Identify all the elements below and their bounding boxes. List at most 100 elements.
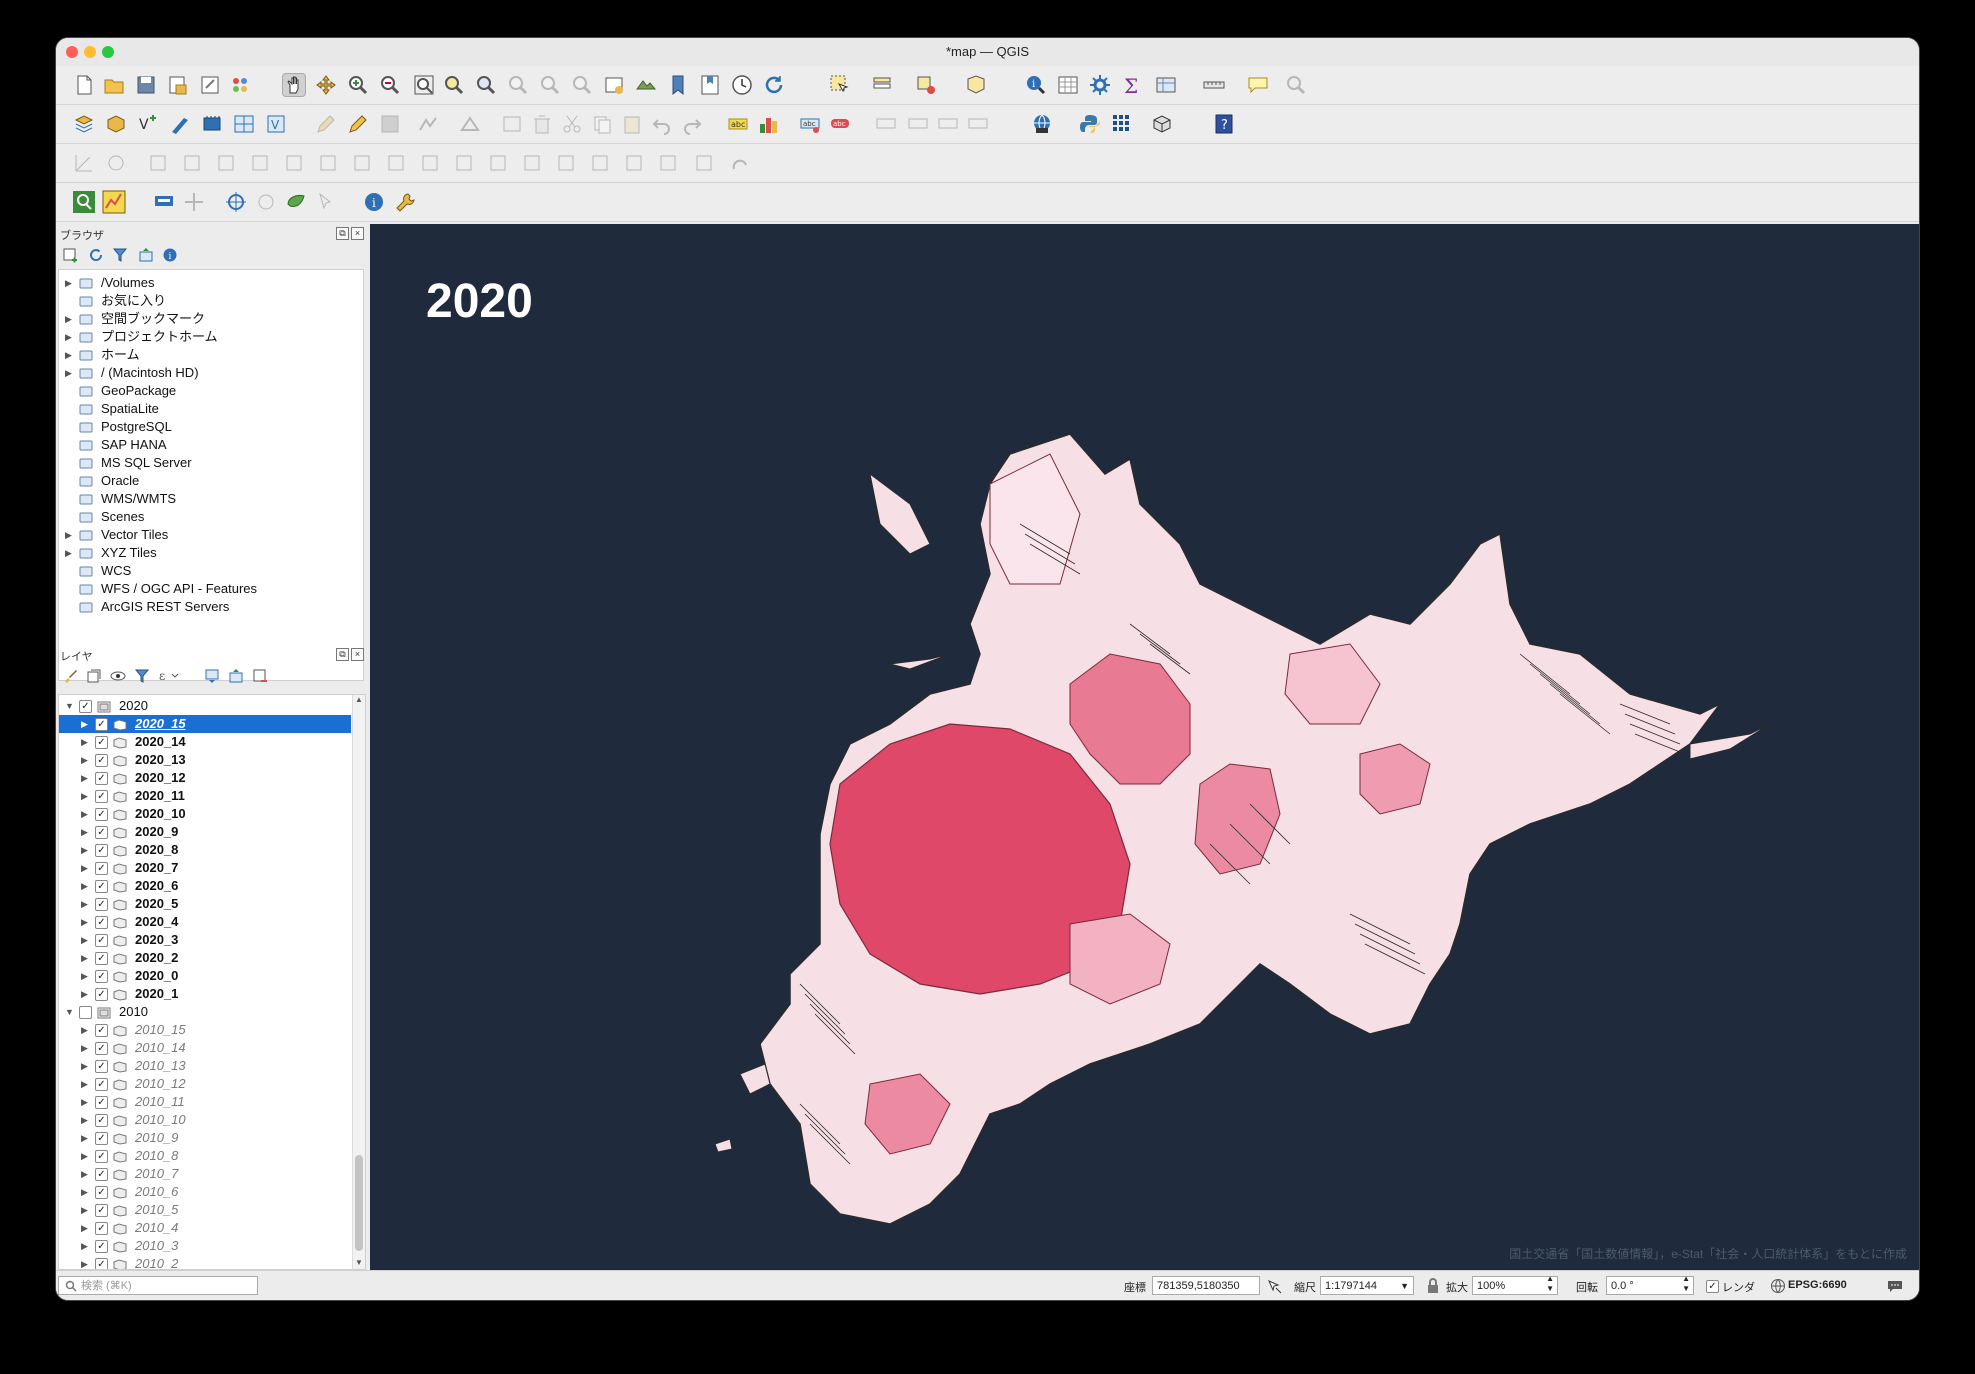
layer-row[interactable]: ▶ ✓ 2020_8 xyxy=(59,841,351,859)
reshape-button[interactable] xyxy=(418,151,442,175)
browser-item[interactable]: Scenes xyxy=(59,508,359,526)
temporal-controller-button[interactable] xyxy=(730,73,754,97)
filter-legend-button[interactable] xyxy=(134,668,150,687)
messages-button[interactable] xyxy=(1886,1278,1904,1297)
browser-item[interactable]: ▶ / (Macintosh HD) xyxy=(59,364,359,382)
zoom-next-button[interactable] xyxy=(570,73,594,97)
style-manager-button[interactable] xyxy=(228,73,252,97)
grid-plugin-button[interactable] xyxy=(1110,112,1134,136)
new-temporary-layer-button[interactable]: V xyxy=(264,112,288,136)
label-properties-button[interactable] xyxy=(966,112,990,136)
browser-item[interactable]: お気に入り xyxy=(59,292,359,310)
rotate-feature-button[interactable] xyxy=(180,151,204,175)
zoom-last-button[interactable] xyxy=(538,73,562,97)
layers-scroll-thumb[interactable] xyxy=(355,1155,363,1251)
layer-visibility-checkbox[interactable]: ✓ xyxy=(95,1060,108,1073)
new-shapefile-layer-button[interactable]: V xyxy=(136,112,160,136)
layer-visibility-checkbox[interactable]: ✓ xyxy=(95,790,108,803)
zoom-window-button[interactable] xyxy=(102,46,114,58)
layer-row[interactable]: ▶ ✓ 2010_4 xyxy=(59,1219,351,1237)
manage-map-themes-button[interactable] xyxy=(110,668,126,687)
layer-visibility-checkbox[interactable]: ✓ xyxy=(95,988,108,1001)
expand-arrow-icon[interactable]: ▶ xyxy=(81,1219,88,1237)
layer-visibility-checkbox[interactable]: ✓ xyxy=(95,1258,108,1269)
lock-scale-button[interactable] xyxy=(1426,1278,1440,1297)
zoom-full-button[interactable] xyxy=(412,73,436,97)
select-features-button[interactable] xyxy=(828,73,852,97)
browser-item[interactable]: PostgreSQL xyxy=(59,418,359,436)
rotate-label-button[interactable] xyxy=(906,112,930,136)
plugin-bookmark-button[interactable] xyxy=(152,190,176,214)
locator-search-input[interactable]: 検索 (⌘K) xyxy=(58,1276,258,1295)
layer-visibility-checkbox[interactable]: ✓ xyxy=(95,916,108,929)
expand-arrow-icon[interactable]: ▶ xyxy=(81,949,88,967)
layer-row[interactable]: ▶ ✓ 2010_7 xyxy=(59,1165,351,1183)
expand-arrow-icon[interactable]: ▶ xyxy=(65,346,72,364)
scroll-up-arrow-icon[interactable]: ▲ xyxy=(355,695,363,704)
rotation-field[interactable]: 0.0 ° ▲ ▼ xyxy=(1606,1274,1694,1295)
offset-symbols-button[interactable] xyxy=(692,151,716,175)
browser-item[interactable]: ArcGIS REST Servers xyxy=(59,598,359,616)
expand-arrow-icon[interactable]: ▶ xyxy=(81,751,88,769)
browser-item[interactable]: GeoPackage xyxy=(59,382,359,400)
rotate-symbols-button[interactable] xyxy=(656,151,680,175)
browser-item[interactable]: WCS xyxy=(59,562,359,580)
layer-tree-plugin-button[interactable] xyxy=(284,190,308,214)
delete-selected-button[interactable] xyxy=(530,112,554,136)
layer-group-row[interactable]: ▼ 2010 xyxy=(59,1003,351,1021)
new-3d-map-view-button[interactable] xyxy=(634,73,658,97)
pin-labels-button[interactable]: abc xyxy=(798,112,822,136)
layer-visibility-checkbox[interactable]: ✓ xyxy=(95,1222,108,1235)
rotation-stepper-icon[interactable]: ▲ ▼ xyxy=(1682,1274,1690,1294)
layers-float-button[interactable]: ⧉ xyxy=(336,648,349,661)
layer-visibility-checkbox[interactable]: ✓ xyxy=(95,952,108,965)
toggle-editing-button[interactable] xyxy=(346,112,370,136)
expand-arrow-icon[interactable]: ▶ xyxy=(81,1183,88,1201)
deselect-features-button[interactable] xyxy=(914,73,938,97)
merge-attributes-button[interactable] xyxy=(622,151,646,175)
layer-visibility-checkbox[interactable]: ✓ xyxy=(95,880,108,893)
expand-arrow-icon[interactable]: ▶ xyxy=(81,1111,88,1129)
select-by-value-button[interactable] xyxy=(870,73,894,97)
expand-arrow-icon[interactable]: ▶ xyxy=(81,877,88,895)
print-layout-button[interactable] xyxy=(198,73,222,97)
layer-row[interactable]: ▶ ✓ 2020_14 xyxy=(59,733,351,751)
layer-row[interactable]: ▶ ✓ 2020_13 xyxy=(59,751,351,769)
layer-visibility-checkbox[interactable]: ✓ xyxy=(95,1078,108,1091)
render-checkbox[interactable]: ✓ xyxy=(1706,1280,1719,1293)
layer-row[interactable]: ▶ ✓ 2010_13 xyxy=(59,1057,351,1075)
expand-arrow-icon[interactable]: ▶ xyxy=(81,967,88,985)
new-geopackage-layer-button[interactable] xyxy=(104,112,128,136)
expand-arrow-icon[interactable]: ▶ xyxy=(81,1255,88,1269)
layer-row[interactable]: ▶ ✓ 2020_11 xyxy=(59,787,351,805)
browser-item[interactable]: WMS/WMTS xyxy=(59,490,359,508)
expand-arrow-icon[interactable]: ▶ xyxy=(81,895,88,913)
chevron-down-icon[interactable]: ▼ xyxy=(1400,1277,1409,1296)
reverse-line-button[interactable] xyxy=(728,151,752,175)
layer-visibility-checkbox[interactable]: ✓ xyxy=(95,934,108,947)
layer-visibility-checkbox[interactable]: ✓ xyxy=(95,718,108,731)
browser-item[interactable]: SpatiaLite xyxy=(59,400,359,418)
layer-row[interactable]: ▶ ✓ 2020_10 xyxy=(59,805,351,823)
identify-features-button[interactable]: i xyxy=(1024,73,1048,97)
data-source-manager-button[interactable] xyxy=(72,112,96,136)
add-ring-button[interactable] xyxy=(248,151,272,175)
delete-part-button[interactable] xyxy=(384,151,408,175)
fill-ring-button[interactable] xyxy=(316,151,340,175)
expand-arrow-icon[interactable]: ▶ xyxy=(81,1075,88,1093)
browser-item[interactable]: WFS / OGC API - Features xyxy=(59,580,359,598)
digitize-button[interactable] xyxy=(416,112,440,136)
layer-row[interactable]: ▶ ✓ 2010_11 xyxy=(59,1093,351,1111)
scroll-down-arrow-icon[interactable]: ▼ xyxy=(355,1258,363,1267)
select-location-button[interactable] xyxy=(964,73,988,97)
toolbox-button[interactable] xyxy=(1088,73,1112,97)
expand-arrow-icon[interactable]: ▶ xyxy=(65,526,72,544)
layer-visibility-checkbox[interactable]: ✓ xyxy=(95,1186,108,1199)
layer-visibility-checkbox[interactable]: ✓ xyxy=(95,826,108,839)
save-as-button[interactable] xyxy=(166,73,190,97)
add-part-button[interactable] xyxy=(282,151,306,175)
expand-arrow-icon[interactable]: ▶ xyxy=(81,841,88,859)
show-bookmarks-button[interactable] xyxy=(698,73,722,97)
layer-row[interactable]: ▶ ✓ 2010_5 xyxy=(59,1201,351,1219)
attribute-table-button[interactable] xyxy=(1056,73,1080,97)
